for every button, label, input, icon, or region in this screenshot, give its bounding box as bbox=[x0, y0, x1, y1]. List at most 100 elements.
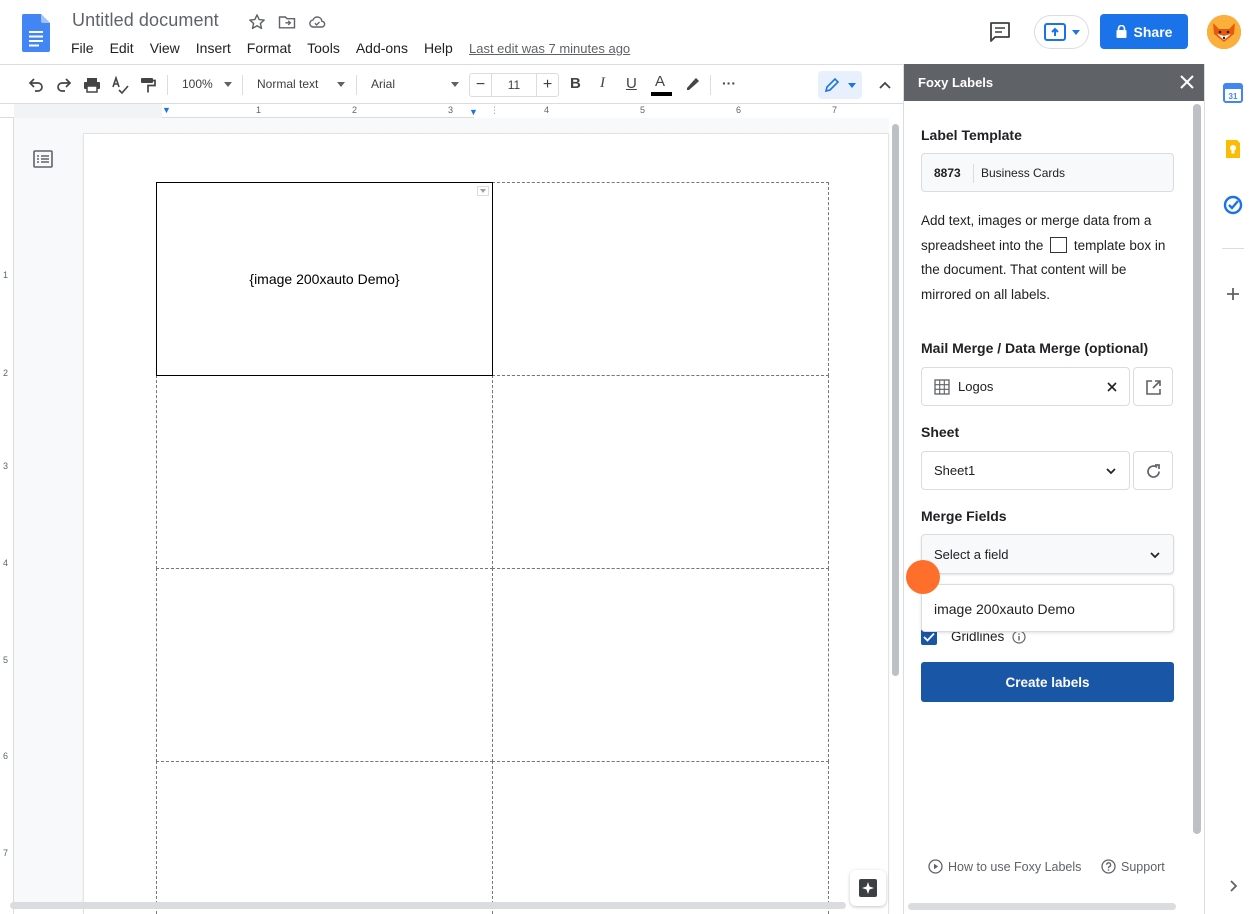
highlight-icon[interactable] bbox=[682, 75, 702, 95]
spreadsheet-grid-icon bbox=[934, 379, 950, 395]
spellcheck-icon[interactable] bbox=[110, 75, 130, 95]
close-icon[interactable] bbox=[1179, 74, 1195, 90]
chevron-down-icon bbox=[480, 189, 486, 193]
refresh-icon bbox=[1147, 464, 1160, 478]
chevron-right-icon[interactable] bbox=[1223, 876, 1243, 896]
menu-tools[interactable]: Tools bbox=[307, 40, 347, 56]
clear-icon[interactable] bbox=[1106, 381, 1118, 393]
tasks-icon[interactable] bbox=[1223, 195, 1243, 215]
merge-field-select[interactable]: Select a field bbox=[921, 534, 1174, 574]
label-cell[interactable] bbox=[156, 568, 493, 762]
move-folder-icon[interactable] bbox=[277, 12, 297, 32]
explore-button[interactable] bbox=[850, 870, 886, 906]
editing-mode-caret-icon bbox=[848, 83, 856, 88]
svg-text:31: 31 bbox=[1229, 92, 1238, 101]
paragraph-style-select[interactable]: Normal text bbox=[257, 77, 318, 91]
label-template-heading: Label Template bbox=[921, 127, 1022, 143]
menu-addons[interactable]: Add-ons bbox=[356, 40, 415, 56]
underline-button[interactable]: U bbox=[626, 75, 637, 92]
zoom-caret-icon bbox=[224, 82, 232, 87]
print-icon[interactable] bbox=[82, 75, 102, 95]
label-template-selector[interactable]: 8873 Business Cards bbox=[921, 153, 1174, 192]
font-select[interactable]: Arial bbox=[371, 77, 395, 91]
ruler-column-marker[interactable]: ⋮ bbox=[490, 105, 499, 116]
side-apps-rail: 31 bbox=[1204, 64, 1260, 914]
more-tools-button[interactable]: ··· bbox=[722, 75, 736, 91]
panel-instructions: Add text, images or merge data from a sp… bbox=[921, 209, 1179, 307]
collapse-toolbar-icon[interactable] bbox=[875, 75, 895, 95]
label-cell[interactable] bbox=[492, 375, 829, 569]
foxy-labels-panel: Foxy Labels Label Template 8873 Business… bbox=[903, 64, 1205, 914]
italic-button[interactable]: I bbox=[600, 75, 605, 92]
vruler-number: 3 bbox=[3, 461, 9, 471]
checkmark-icon bbox=[923, 632, 935, 642]
paint-format-icon[interactable] bbox=[138, 75, 158, 95]
ruler-number: 2 bbox=[352, 105, 358, 115]
label-cell[interactable] bbox=[492, 761, 829, 914]
document-outline-icon[interactable] bbox=[32, 148, 54, 170]
document-hscrollbar[interactable] bbox=[10, 902, 846, 909]
support-link[interactable]: Support bbox=[1101, 859, 1165, 874]
share-button[interactable]: Share bbox=[1100, 14, 1188, 49]
redo-icon[interactable] bbox=[54, 75, 74, 95]
menu-help[interactable]: Help bbox=[424, 40, 460, 56]
editing-mode-button[interactable] bbox=[818, 71, 862, 99]
play-circle-icon bbox=[928, 859, 943, 874]
cloud-saved-icon[interactable] bbox=[307, 12, 327, 32]
document-scrollbar-thumb[interactable] bbox=[892, 124, 899, 676]
how-to-use-link[interactable]: How to use Foxy Labels bbox=[928, 859, 1081, 874]
keep-icon[interactable] bbox=[1223, 139, 1243, 159]
undo-icon[interactable] bbox=[26, 75, 46, 95]
info-icon[interactable] bbox=[1012, 630, 1026, 644]
add-addon-icon[interactable] bbox=[1223, 284, 1243, 304]
menu-file[interactable]: File bbox=[71, 40, 101, 56]
vertical-ruler[interactable]: 1 2 3 4 5 6 7 bbox=[0, 118, 14, 914]
account-avatar[interactable] bbox=[1207, 15, 1241, 49]
ruler-indent-marker[interactable]: ▼ bbox=[162, 105, 171, 115]
label-cell[interactable] bbox=[492, 182, 829, 376]
label-cell[interactable] bbox=[492, 568, 829, 762]
sheet-select[interactable]: Sheet1 bbox=[921, 451, 1130, 490]
zoom-select[interactable]: 100% bbox=[182, 77, 213, 91]
label-cell[interactable] bbox=[156, 761, 493, 914]
increase-font-size-button[interactable]: + bbox=[536, 74, 558, 96]
mouse-cursor-indicator bbox=[906, 560, 940, 594]
ruler-right-area bbox=[474, 104, 893, 118]
panel-hscrollbar[interactable] bbox=[908, 903, 1176, 910]
menu-view[interactable]: View bbox=[150, 40, 187, 56]
calendar-icon[interactable]: 31 bbox=[1223, 83, 1243, 103]
merge-source-field[interactable]: Logos bbox=[921, 367, 1130, 406]
fox-avatar-icon bbox=[1207, 15, 1241, 49]
open-spreadsheet-button[interactable] bbox=[1133, 367, 1173, 406]
horizontal-ruler[interactable]: ▼ 1 2 3 ▼ ⋮ 4 5 6 7 bbox=[0, 104, 893, 118]
support-label: Support bbox=[1121, 859, 1165, 874]
how-to-use-label: How to use Foxy Labels bbox=[948, 859, 1082, 874]
vruler-number: 4 bbox=[3, 558, 9, 568]
last-edit-link[interactable]: Last edit was 7 minutes ago bbox=[469, 41, 630, 56]
document-title[interactable]: Untitled document bbox=[72, 10, 219, 31]
cell-menu-icon[interactable] bbox=[477, 186, 489, 196]
comments-icon[interactable] bbox=[988, 20, 1012, 44]
ruler-right-indent-marker[interactable]: ▼ bbox=[469, 107, 478, 117]
bold-button[interactable]: B bbox=[570, 75, 581, 92]
font-size-stepper: − 11 + bbox=[469, 73, 559, 97]
menu-insert[interactable]: Insert bbox=[196, 40, 238, 56]
menu-format[interactable]: Format bbox=[247, 40, 298, 56]
docs-logo-icon[interactable] bbox=[22, 14, 50, 52]
present-button[interactable] bbox=[1034, 15, 1089, 49]
font-size-input[interactable]: 11 bbox=[492, 74, 536, 96]
toolbar-divider bbox=[167, 75, 168, 95]
refresh-sheet-button[interactable] bbox=[1133, 451, 1173, 490]
merge-field-option[interactable]: image 200xauto Demo bbox=[934, 601, 1075, 617]
lock-icon bbox=[1116, 25, 1127, 38]
star-icon[interactable] bbox=[247, 12, 267, 32]
text-color-button[interactable]: A bbox=[655, 73, 665, 90]
label-cell[interactable] bbox=[156, 375, 493, 569]
decrease-font-size-button[interactable]: − bbox=[470, 74, 492, 96]
toolbar-divider bbox=[356, 75, 357, 95]
create-labels-button[interactable]: Create labels bbox=[921, 662, 1174, 702]
menu-edit[interactable]: Edit bbox=[110, 40, 141, 56]
panel-scrollbar-thumb[interactable] bbox=[1193, 104, 1201, 834]
template-label-cell[interactable]: {image 200xauto Demo} bbox=[156, 182, 493, 376]
panel-header: Foxy Labels bbox=[904, 64, 1205, 101]
